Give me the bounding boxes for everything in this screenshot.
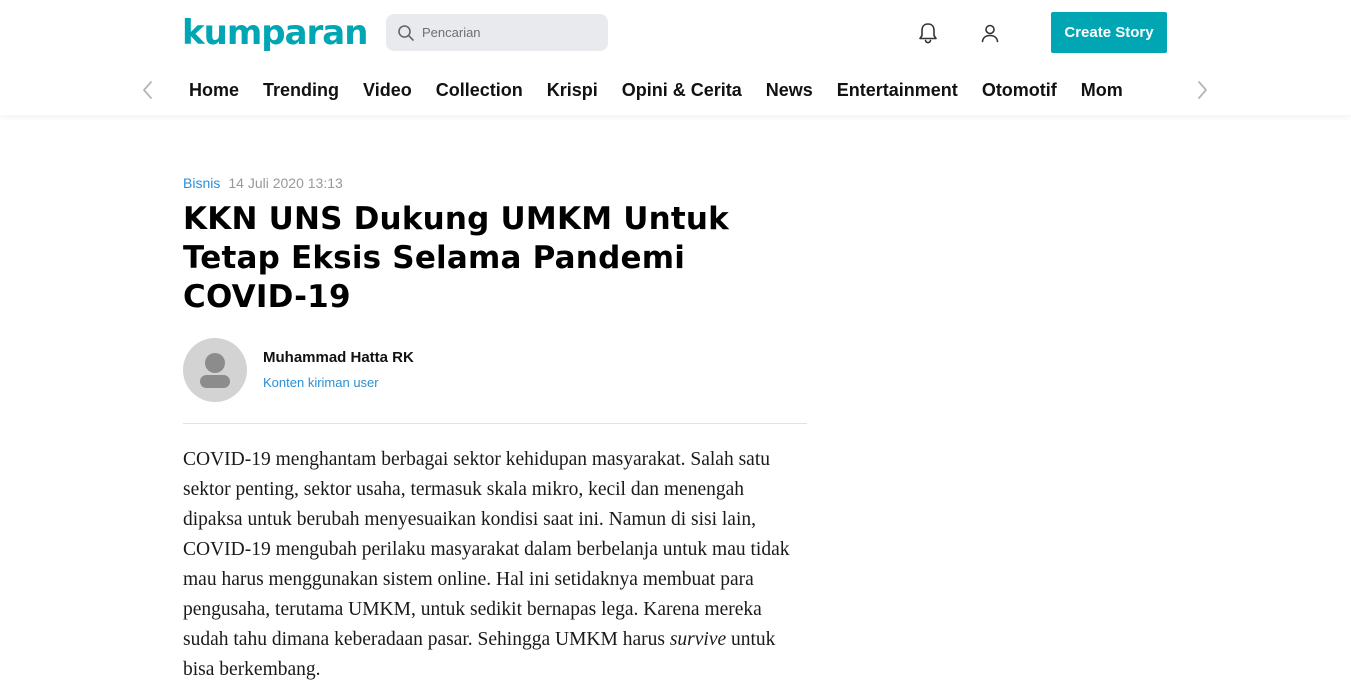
kumparan-logo[interactable]: kumparan	[182, 12, 368, 54]
chevron-right-icon[interactable]	[1191, 78, 1213, 102]
nav-item-home[interactable]: Home	[189, 70, 239, 110]
user-icon[interactable]	[977, 20, 1003, 46]
category-link[interactable]: Bisnis	[183, 175, 220, 191]
nav-item-otomotif[interactable]: Otomotif	[982, 70, 1057, 110]
article-title: KKN UNS Dukung UMKM Untuk Tetap Eksis Se…	[183, 201, 729, 315]
nav-item-news[interactable]: News	[766, 70, 813, 110]
divider	[183, 423, 807, 424]
logo-text: kumparan	[182, 13, 368, 53]
article: Bisnis 14 Juli 2020 13:13 KKN UNS Dukung …	[183, 170, 807, 685]
nav-item-trending[interactable]: Trending	[263, 70, 339, 110]
search-input[interactable]	[422, 25, 592, 40]
paragraph-text: COVID-19 menghantam berbagai sektor kehi…	[183, 449, 790, 650]
article-paragraph: COVID-19 menghantam berbagai sektor kehi…	[183, 445, 807, 685]
article-meta: Bisnis 14 Juli 2020 13:13	[183, 170, 807, 196]
create-story-button[interactable]: Create Story	[1051, 12, 1167, 53]
paragraph-italic-text: survive	[669, 629, 727, 650]
nav-item-mom[interactable]: Mom	[1081, 70, 1123, 110]
nav-items: Home Trending Video Collection Krispi Opini &…	[189, 70, 1174, 110]
nav-item-video[interactable]: Video	[363, 70, 412, 110]
bell-icon[interactable]	[915, 20, 941, 46]
author-name[interactable]: Muhammad Hatta RK	[263, 349, 414, 366]
author-block: Muhammad Hatta RK Konten kiriman user	[183, 338, 807, 404]
publish-date: 14 Juli 2020 13:13	[228, 175, 343, 191]
avatar-body-shape	[200, 375, 230, 388]
nav-item-krispi[interactable]: Krispi	[547, 70, 598, 110]
nav-item-opini-cerita[interactable]: Opini & Cerita	[622, 70, 742, 110]
nav-item-collection[interactable]: Collection	[436, 70, 523, 110]
site-header: kumparan Create Story HomeTren	[0, 0, 1351, 115]
avatar[interactable]	[183, 338, 247, 402]
nav-item-entertainment[interactable]: Entertainment	[837, 70, 958, 110]
avatar-head-shape	[205, 353, 225, 373]
search-bar[interactable]	[386, 14, 608, 51]
category-nav: Home Trending Video Collection Krispi Opini &…	[0, 70, 1351, 110]
search-icon	[396, 23, 416, 43]
author-subtitle[interactable]: Konten kiriman user	[263, 375, 379, 390]
chevron-left-icon[interactable]	[137, 78, 159, 102]
